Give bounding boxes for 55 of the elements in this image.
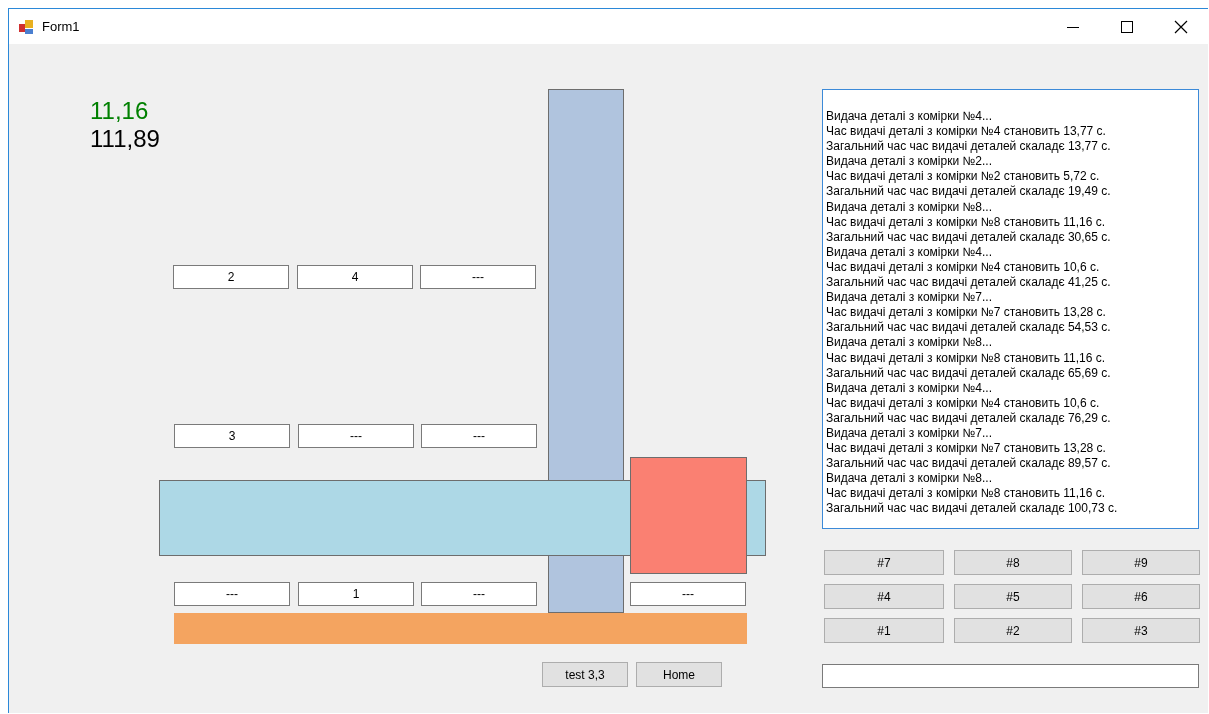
cell-field: --- bbox=[298, 424, 414, 448]
cell-button[interactable]: #6 bbox=[1082, 584, 1200, 609]
log-line: Видача деталі з комірки №2... bbox=[826, 154, 993, 170]
cell-button[interactable]: #3 bbox=[1082, 618, 1200, 643]
cell-field: --- bbox=[630, 582, 746, 606]
home-button[interactable]: Home bbox=[636, 662, 722, 687]
log-line: Загальний час час видачі деталей скаладє 89,57 с. bbox=[826, 456, 1112, 472]
log-line: Час видачі деталі з комірки №7 становить 13,28 с. bbox=[826, 305, 1107, 321]
log-line: Видача деталі з комірки №8... bbox=[826, 335, 993, 351]
cell-field: 1 bbox=[298, 582, 414, 606]
cell-field: --- bbox=[421, 424, 537, 448]
log-line: Загальний час час видачі деталей скаладє 76,29 с. bbox=[826, 410, 1112, 426]
cell-button[interactable]: #7 bbox=[824, 550, 944, 575]
log-line: Час видачі деталі з комірки №8 становить 11,16 с. bbox=[826, 214, 1107, 230]
log-line: Загальний час час видачі деталей скаладє 41,25 с. bbox=[826, 275, 1112, 291]
log-line: Загальний час час видачі деталей скаладє 19,49 с. bbox=[826, 184, 1112, 200]
cell-field: 2 bbox=[173, 265, 289, 289]
cell-button[interactable]: #1 bbox=[824, 618, 944, 643]
cell-field: --- bbox=[420, 265, 536, 289]
log-line: Видача деталі з комірки №8... bbox=[826, 199, 993, 215]
log-line: Видача деталі з комірки №4... bbox=[826, 244, 993, 260]
log-line: Час видачі деталі з комірки №7 становить 13,28 с. bbox=[826, 441, 1107, 457]
log-line: Видача деталі з комірки №7... bbox=[826, 425, 993, 442]
log-line: Загальний час час видачі деталей скаладє 30,65 с. bbox=[826, 229, 1112, 245]
log-line: Видача деталі з комірки №8... bbox=[826, 471, 993, 487]
input-field[interactable] bbox=[822, 664, 1199, 688]
form-icon bbox=[18, 18, 34, 35]
cell-button[interactable]: #9 bbox=[1082, 550, 1200, 575]
log-line: Загальний час час видачі деталей скаладє 100,73 с. bbox=[826, 501, 1119, 517]
log-line: Загальний час час видачі деталей скаладє 65,69 с. bbox=[826, 365, 1112, 381]
window-title: Form1 bbox=[42, 19, 81, 34]
log-line: Час видачі деталі з комірки №8 становить 11,16 с. bbox=[826, 350, 1107, 366]
cell-button[interactable]: #4 bbox=[824, 584, 944, 609]
log-line: Час видачі деталі з комірки №8 становить 11,16 с. bbox=[826, 486, 1107, 502]
cell-field: --- bbox=[421, 582, 537, 606]
maximize-icon[interactable] bbox=[1119, 18, 1135, 35]
cell-button[interactable]: #2 bbox=[954, 618, 1072, 643]
log-line: Видача деталі з комірки №7... bbox=[826, 290, 993, 306]
log-line: Видача деталі з комірки №4... bbox=[826, 109, 993, 125]
reading-label: 11,16 bbox=[90, 97, 149, 125]
reading-label: 111,89 bbox=[90, 125, 160, 153]
cell-field: 4 bbox=[297, 265, 413, 289]
log-line: Видача деталі з комірки №4... bbox=[826, 380, 993, 396]
cell-button[interactable]: #8 bbox=[954, 550, 1072, 575]
test-button[interactable]: test 3,3 bbox=[542, 662, 628, 687]
log-line: Загальний час час видачі деталей скаладє 13,77 с. bbox=[826, 139, 1112, 155]
cell-field: --- bbox=[174, 582, 290, 606]
log-line: Час видачі деталі з комірки №2 становить 5,72 с. bbox=[826, 169, 1101, 185]
cell-field: 3 bbox=[174, 424, 290, 448]
log-line: Час видачі деталі з комірки №4 становить 10,6 с. bbox=[826, 395, 1101, 411]
log-line: Час видачі деталі з комірки №4 становить 10,6 с. bbox=[826, 259, 1101, 276]
cell-button[interactable]: #5 bbox=[954, 584, 1072, 609]
log-line: Загальний час час видачі деталей скаладє 54,53 с. bbox=[826, 320, 1112, 336]
close-icon[interactable] bbox=[1173, 18, 1189, 35]
log-line: Час видачі деталі з комірки №4 становить 13,77 с. bbox=[826, 124, 1107, 140]
